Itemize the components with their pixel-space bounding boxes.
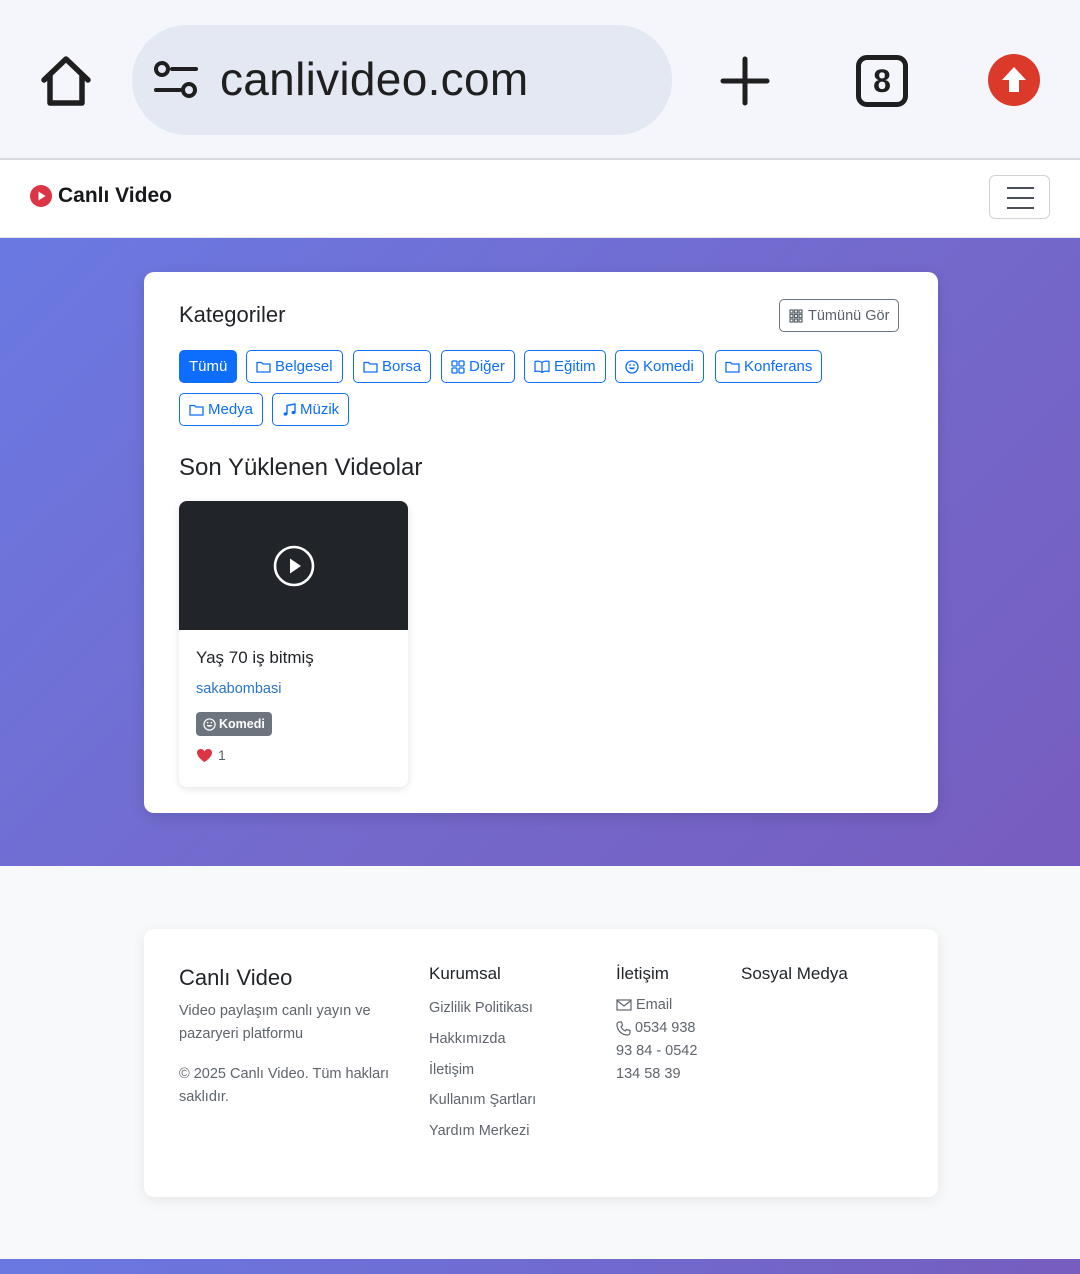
- site-navbar: Canlı Video: [0, 158, 1080, 238]
- content-card: Kategoriler Tümünü Gör Tümü Belgesel Bor…: [144, 272, 938, 813]
- smile-icon: [203, 717, 216, 731]
- video-title[interactable]: Yaş 70 iş bitmiş: [196, 648, 314, 668]
- grid-icon: [451, 359, 465, 374]
- like-count: 1: [218, 747, 226, 763]
- footer-link-terms[interactable]: Kullanım Şartları: [429, 1092, 536, 1108]
- envelope-icon: [616, 999, 632, 1011]
- category-diger[interactable]: Diğer: [441, 350, 515, 383]
- tab-count: 8: [873, 62, 891, 99]
- footer-copyright: © 2025 Canlı Video. Tüm hakları saklıdır…: [179, 1066, 390, 1105]
- footer-corporate-title: Kurumsal: [429, 964, 501, 983]
- category-muzik[interactable]: Müzik: [272, 393, 350, 426]
- see-all-button[interactable]: Tümünü Gör: [779, 299, 900, 332]
- video-card[interactable]: Yaş 70 iş bitmiş sakabombasi Komedi 1: [179, 501, 408, 787]
- tab-switcher-button[interactable]: 8: [856, 55, 908, 107]
- bottom-gradient-bar: [0, 1259, 1080, 1274]
- video-thumbnail[interactable]: [179, 501, 408, 630]
- footer-brand: Canlı Video: [179, 965, 293, 990]
- new-tab-icon[interactable]: [720, 56, 770, 106]
- footer-phone-line2: 93 84 - 0542: [616, 1043, 698, 1059]
- folder-icon: [189, 404, 204, 416]
- upload-arrow-icon: [1002, 67, 1026, 92]
- folder-icon: [725, 361, 740, 373]
- footer-link-help[interactable]: Yardım Merkezi: [429, 1123, 529, 1139]
- footer-social-title: Sosyal Medya: [741, 964, 848, 983]
- brand-text: Canlı Video: [58, 184, 172, 207]
- category-egitim[interactable]: Eğitim: [524, 350, 606, 383]
- video-likes[interactable]: 1: [196, 747, 226, 763]
- footer-link-contact[interactable]: İletişim: [429, 1062, 474, 1078]
- phone-icon: [616, 1020, 631, 1036]
- footer-link-privacy[interactable]: Gizlilik Politikası: [429, 1000, 533, 1016]
- category-medya[interactable]: Medya: [179, 393, 264, 426]
- footer-phone-line3: 134 58 39: [616, 1066, 681, 1082]
- smile-icon: [625, 359, 639, 374]
- see-all-label: Tümünü Gör: [808, 307, 890, 324]
- categories-title: Kategoriler: [179, 302, 286, 327]
- footer-contact-title: İletişim: [616, 964, 669, 983]
- category-belgesel[interactable]: Belgesel: [246, 350, 343, 383]
- recent-videos-title: Son Yüklenen Videolar: [179, 454, 423, 481]
- footer-email-link[interactable]: Email: [616, 997, 672, 1013]
- navbar-brand[interactable]: Canlı Video: [30, 184, 172, 208]
- footer: Canlı Video Video paylaşım canlı yayın v…: [144, 929, 938, 1197]
- folder-icon: [256, 361, 271, 373]
- hamburger-icon: [1007, 187, 1034, 189]
- hero-section: Kategoriler Tümünü Gör Tümü Belgesel Bor…: [0, 238, 1080, 866]
- category-borsa[interactable]: Borsa: [353, 350, 432, 383]
- video-author-link[interactable]: sakabombasi: [196, 681, 281, 697]
- heart-icon: [197, 748, 212, 762]
- url-text[interactable]: canlivideo.com: [220, 52, 528, 106]
- book-icon: [534, 360, 550, 373]
- music-icon: [283, 402, 296, 416]
- site-settings-icon[interactable]: [152, 60, 200, 100]
- video-category-badge: Komedi: [196, 712, 272, 736]
- category-tumu[interactable]: Tümü: [179, 350, 238, 383]
- menu-toggle-button[interactable]: [989, 175, 1050, 219]
- browser-toolbar: canlivideo.com 8: [0, 0, 1080, 158]
- footer-description: Video paylaşım canlı yayın ve pazaryeri …: [179, 1003, 371, 1042]
- home-icon[interactable]: [36, 52, 96, 110]
- play-circle-icon[interactable]: [273, 545, 315, 587]
- footer-phone[interactable]: 0534 938: [616, 1020, 695, 1036]
- update-button[interactable]: [988, 54, 1040, 106]
- category-konferans[interactable]: Konferans: [715, 350, 823, 383]
- footer-link-about[interactable]: Hakkımızda: [429, 1031, 506, 1047]
- grid-icon: [789, 308, 803, 323]
- play-circle-icon: [30, 185, 52, 207]
- folder-icon: [363, 361, 378, 373]
- category-komedi[interactable]: Komedi: [615, 350, 704, 383]
